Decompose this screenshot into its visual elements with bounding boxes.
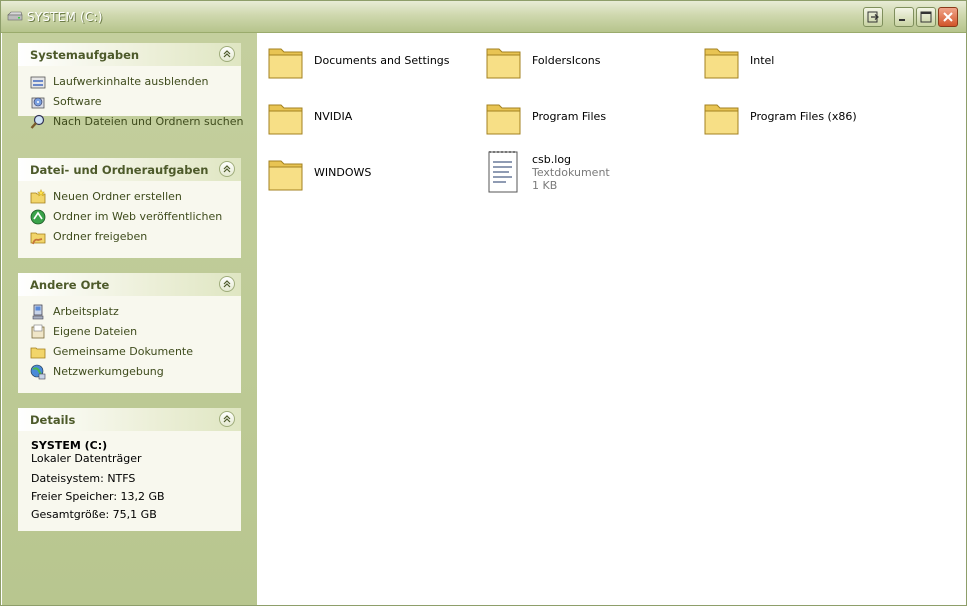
folder-item[interactable]: Program Files (x86)	[702, 97, 922, 145]
software-icon	[31, 97, 45, 109]
maximize-button[interactable]	[916, 7, 936, 27]
folder-icon	[268, 160, 303, 191]
share-folder-icon	[30, 232, 46, 245]
panel-title: Details	[30, 413, 76, 427]
other-places-header[interactable]: Andere Orte	[18, 273, 241, 296]
maximize-icon	[920, 11, 932, 23]
new-folder-icon	[30, 189, 46, 204]
hide-drive-contents-icon	[30, 76, 46, 89]
place-network[interactable]: Netzwerkumgebung	[18, 362, 241, 382]
file-tasks-header[interactable]: Datei- und Ordneraufgaben	[18, 158, 241, 181]
folder-icon	[704, 48, 739, 79]
details-total-size: Gesamtgröße: 75,1 GB	[31, 508, 157, 521]
folder-icon	[486, 48, 521, 79]
folder-icon	[268, 48, 303, 79]
task-search[interactable]: Nach Dateien und Ordnern suchen	[18, 112, 243, 132]
my-computer-icon	[32, 304, 44, 320]
other-places-panel: Andere Orte Arbeitsplatz Eigene Dateien …	[18, 273, 241, 393]
folder-icon	[704, 104, 739, 135]
publish-web-icon	[30, 209, 46, 225]
task-pane: Systemaufgaben Laufwerkinhalte ausblende…	[2, 33, 257, 605]
task-publish-web[interactable]: Ordner im Web veröffentlichen	[18, 207, 241, 227]
panel-title: Systemaufgaben	[30, 48, 140, 62]
folder-item[interactable]: Program Files	[484, 97, 684, 145]
file-item[interactable]: csb.log Textdokument 1 KB	[484, 149, 684, 197]
details-name: SYSTEM (C:)	[31, 439, 108, 452]
search-icon	[30, 114, 45, 129]
minimize-icon	[899, 19, 905, 21]
folder-item[interactable]: Intel	[702, 41, 902, 89]
place-shared-documents[interactable]: Gemeinsame Dokumente	[18, 342, 241, 362]
drive-icon	[7, 11, 23, 21]
task-hide-drive-contents[interactable]: Laufwerkinhalte ausblenden	[18, 72, 241, 92]
close-button[interactable]	[938, 7, 958, 27]
collapse-button[interactable]	[219, 276, 235, 292]
chevron-up-icon	[223, 415, 231, 423]
details-panel: Details SYSTEM (C:) Lokaler Datenträger …	[18, 408, 241, 531]
my-documents-icon	[31, 324, 45, 339]
panel-title: Datei- und Ordneraufgaben	[30, 163, 209, 177]
collapse-button[interactable]	[219, 46, 235, 62]
go-icon	[867, 11, 879, 23]
task-share-folder[interactable]: Ordner freigeben	[18, 227, 241, 247]
file-tasks-panel: Datei- und Ordneraufgaben Neuen Ordner e…	[18, 158, 241, 258]
title-bar[interactable]: SYSTEM (C:)	[1, 1, 966, 33]
details-header[interactable]: Details	[18, 408, 241, 431]
network-icon	[30, 364, 46, 380]
folder-item[interactable]: Documents and Settings	[266, 41, 466, 89]
details-type: Lokaler Datenträger	[31, 452, 142, 465]
system-tasks-header[interactable]: Systemaufgaben	[18, 43, 241, 66]
folder-icon	[268, 104, 303, 135]
task-software[interactable]: Software	[18, 92, 241, 112]
file-list: Documents and Settings FoldersIcons Inte…	[257, 33, 966, 605]
close-icon	[943, 12, 953, 22]
collapse-button[interactable]	[219, 411, 235, 427]
task-new-folder[interactable]: Neuen Ordner erstellen	[18, 187, 241, 207]
chevron-up-icon	[223, 280, 231, 288]
collapse-button[interactable]	[219, 161, 235, 177]
minimize-button[interactable]	[894, 7, 914, 27]
folder-item[interactable]: NVIDIA	[266, 97, 466, 145]
folder-icon	[486, 104, 521, 135]
chevron-up-icon	[223, 50, 231, 58]
window-title: SYSTEM (C:)	[27, 10, 103, 24]
place-my-documents[interactable]: Eigene Dateien	[18, 322, 241, 342]
shared-documents-icon	[30, 347, 46, 359]
place-my-computer[interactable]: Arbeitsplatz	[18, 302, 241, 322]
chevron-up-icon	[223, 165, 231, 173]
explorer-window: SYSTEM (C:) Systemaufgaben Laufwerkinhal…	[0, 0, 967, 606]
text-document-icon	[488, 151, 518, 193]
folder-item[interactable]: FoldersIcons	[484, 41, 684, 89]
system-tasks-panel: Systemaufgaben Laufwerkinhalte ausblende…	[18, 43, 243, 129]
folder-item[interactable]: WINDOWS	[266, 153, 466, 201]
details-free-space: Freier Speicher: 13,2 GB	[31, 490, 165, 503]
address-button[interactable]	[863, 7, 883, 27]
details-filesystem: Dateisystem: NTFS	[31, 472, 136, 485]
panel-title: Andere Orte	[30, 278, 110, 292]
